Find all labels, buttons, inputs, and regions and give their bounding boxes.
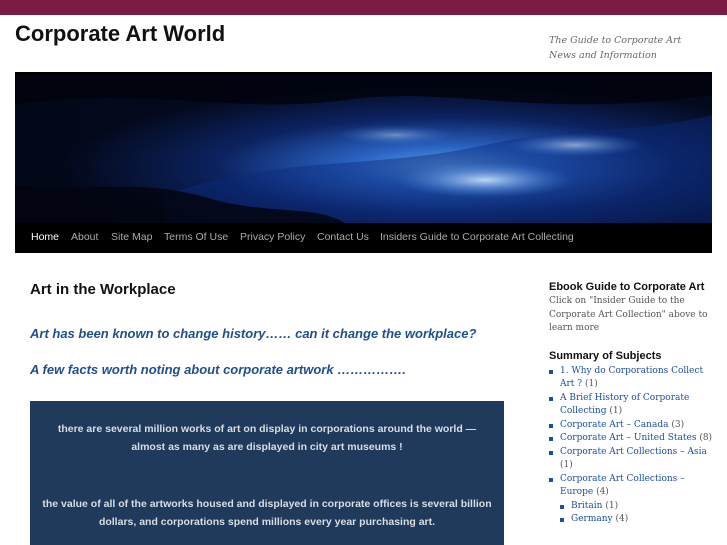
- bullet-icon: [549, 477, 553, 482]
- subject-link[interactable]: Germany: [571, 514, 613, 524]
- bullet-icon: [549, 423, 553, 428]
- list-item: Corporate Art – Canada (3): [549, 419, 714, 433]
- nav-about[interactable]: About: [71, 223, 98, 253]
- post-count: (4): [596, 487, 609, 497]
- subject-link[interactable]: Corporate Art – United States: [560, 433, 696, 443]
- list-item: Corporate Art Collections – Europe (4) B…: [549, 473, 714, 527]
- post-count: (4): [615, 514, 629, 524]
- sidebar: Ebook Guide to Corporate Art Click on "I…: [549, 280, 714, 527]
- subject-link[interactable]: Corporate Art Collections – Europe: [560, 474, 685, 498]
- fact-item: the value of all of the artworks housed …: [42, 498, 492, 528]
- list-item: Germany (4): [560, 513, 714, 527]
- post-count: (1): [560, 460, 573, 470]
- post-count: (1): [609, 406, 623, 416]
- lead-question: Art has been known to change history…… c…: [30, 326, 477, 341]
- site-description: The Guide to Corporate Art News and Info…: [549, 35, 682, 61]
- page-title: Art in the Workplace: [30, 281, 176, 298]
- ebook-widget-title: Ebook Guide to Corporate Art: [549, 281, 705, 293]
- list-item: A Brief History of Corporate Collecting …: [549, 392, 714, 419]
- main-navigation: Home About Site Map Terms Of Use Privacy…: [15, 223, 712, 253]
- bullet-icon: [549, 450, 553, 455]
- nav-contact-us[interactable]: Contact Us: [317, 223, 369, 253]
- bullet-icon: [549, 396, 553, 401]
- list-item: Britain (1): [560, 500, 714, 514]
- nav-terms-of-use[interactable]: Terms Of Use: [164, 223, 228, 253]
- nav-home[interactable]: Home: [31, 223, 59, 253]
- bullet-icon: [549, 369, 553, 374]
- list-item: Corporate Art Collections – Asia (1): [549, 446, 714, 473]
- header-banner-image: [15, 75, 712, 223]
- subject-link[interactable]: Britain: [571, 501, 602, 511]
- bullet-icon: [560, 504, 564, 509]
- post-count: (3): [671, 419, 685, 430]
- facts-box: there are several million works of art o…: [30, 401, 504, 545]
- bullet-icon: [549, 437, 553, 441]
- site-title[interactable]: Corporate Art World: [15, 21, 225, 47]
- post-count: (1): [584, 379, 598, 389]
- subject-link[interactable]: Corporate Art – Canada: [560, 420, 668, 430]
- fact-item: there are several million works of art o…: [57, 423, 477, 453]
- list-item: 1. Why do Corporations Collect Art ? (1): [549, 365, 714, 392]
- bullet-icon: [560, 518, 564, 522]
- nav-site-map[interactable]: Site Map: [111, 223, 152, 253]
- lead-facts-intro: A few facts worth noting about corporate…: [30, 362, 406, 377]
- nav-insiders-guide[interactable]: Insiders Guide to Corporate Art Collecti…: [380, 223, 574, 253]
- post-count: (8): [699, 433, 713, 443]
- nav-privacy-policy[interactable]: Privacy Policy: [240, 223, 305, 253]
- subject-link[interactable]: 1. Why do Corporations Collect Art ?: [560, 366, 703, 390]
- ebook-widget-text: Click on "Insider Guide to the Corporate…: [549, 296, 708, 333]
- top-accent-bar: [0, 0, 727, 15]
- subjects-sublist: Britain (1) Germany (4): [560, 500, 714, 527]
- subject-link[interactable]: A Brief History of Corporate Collecting: [560, 393, 689, 417]
- post-count: (1): [605, 500, 619, 511]
- subject-link[interactable]: Corporate Art Collections – Asia: [560, 447, 707, 457]
- subjects-widget-title: Summary of Subjects: [549, 349, 662, 362]
- subjects-list: 1. Why do Corporations Collect Art ? (1)…: [549, 365, 714, 527]
- list-item: Corporate Art – United States (8): [549, 432, 714, 446]
